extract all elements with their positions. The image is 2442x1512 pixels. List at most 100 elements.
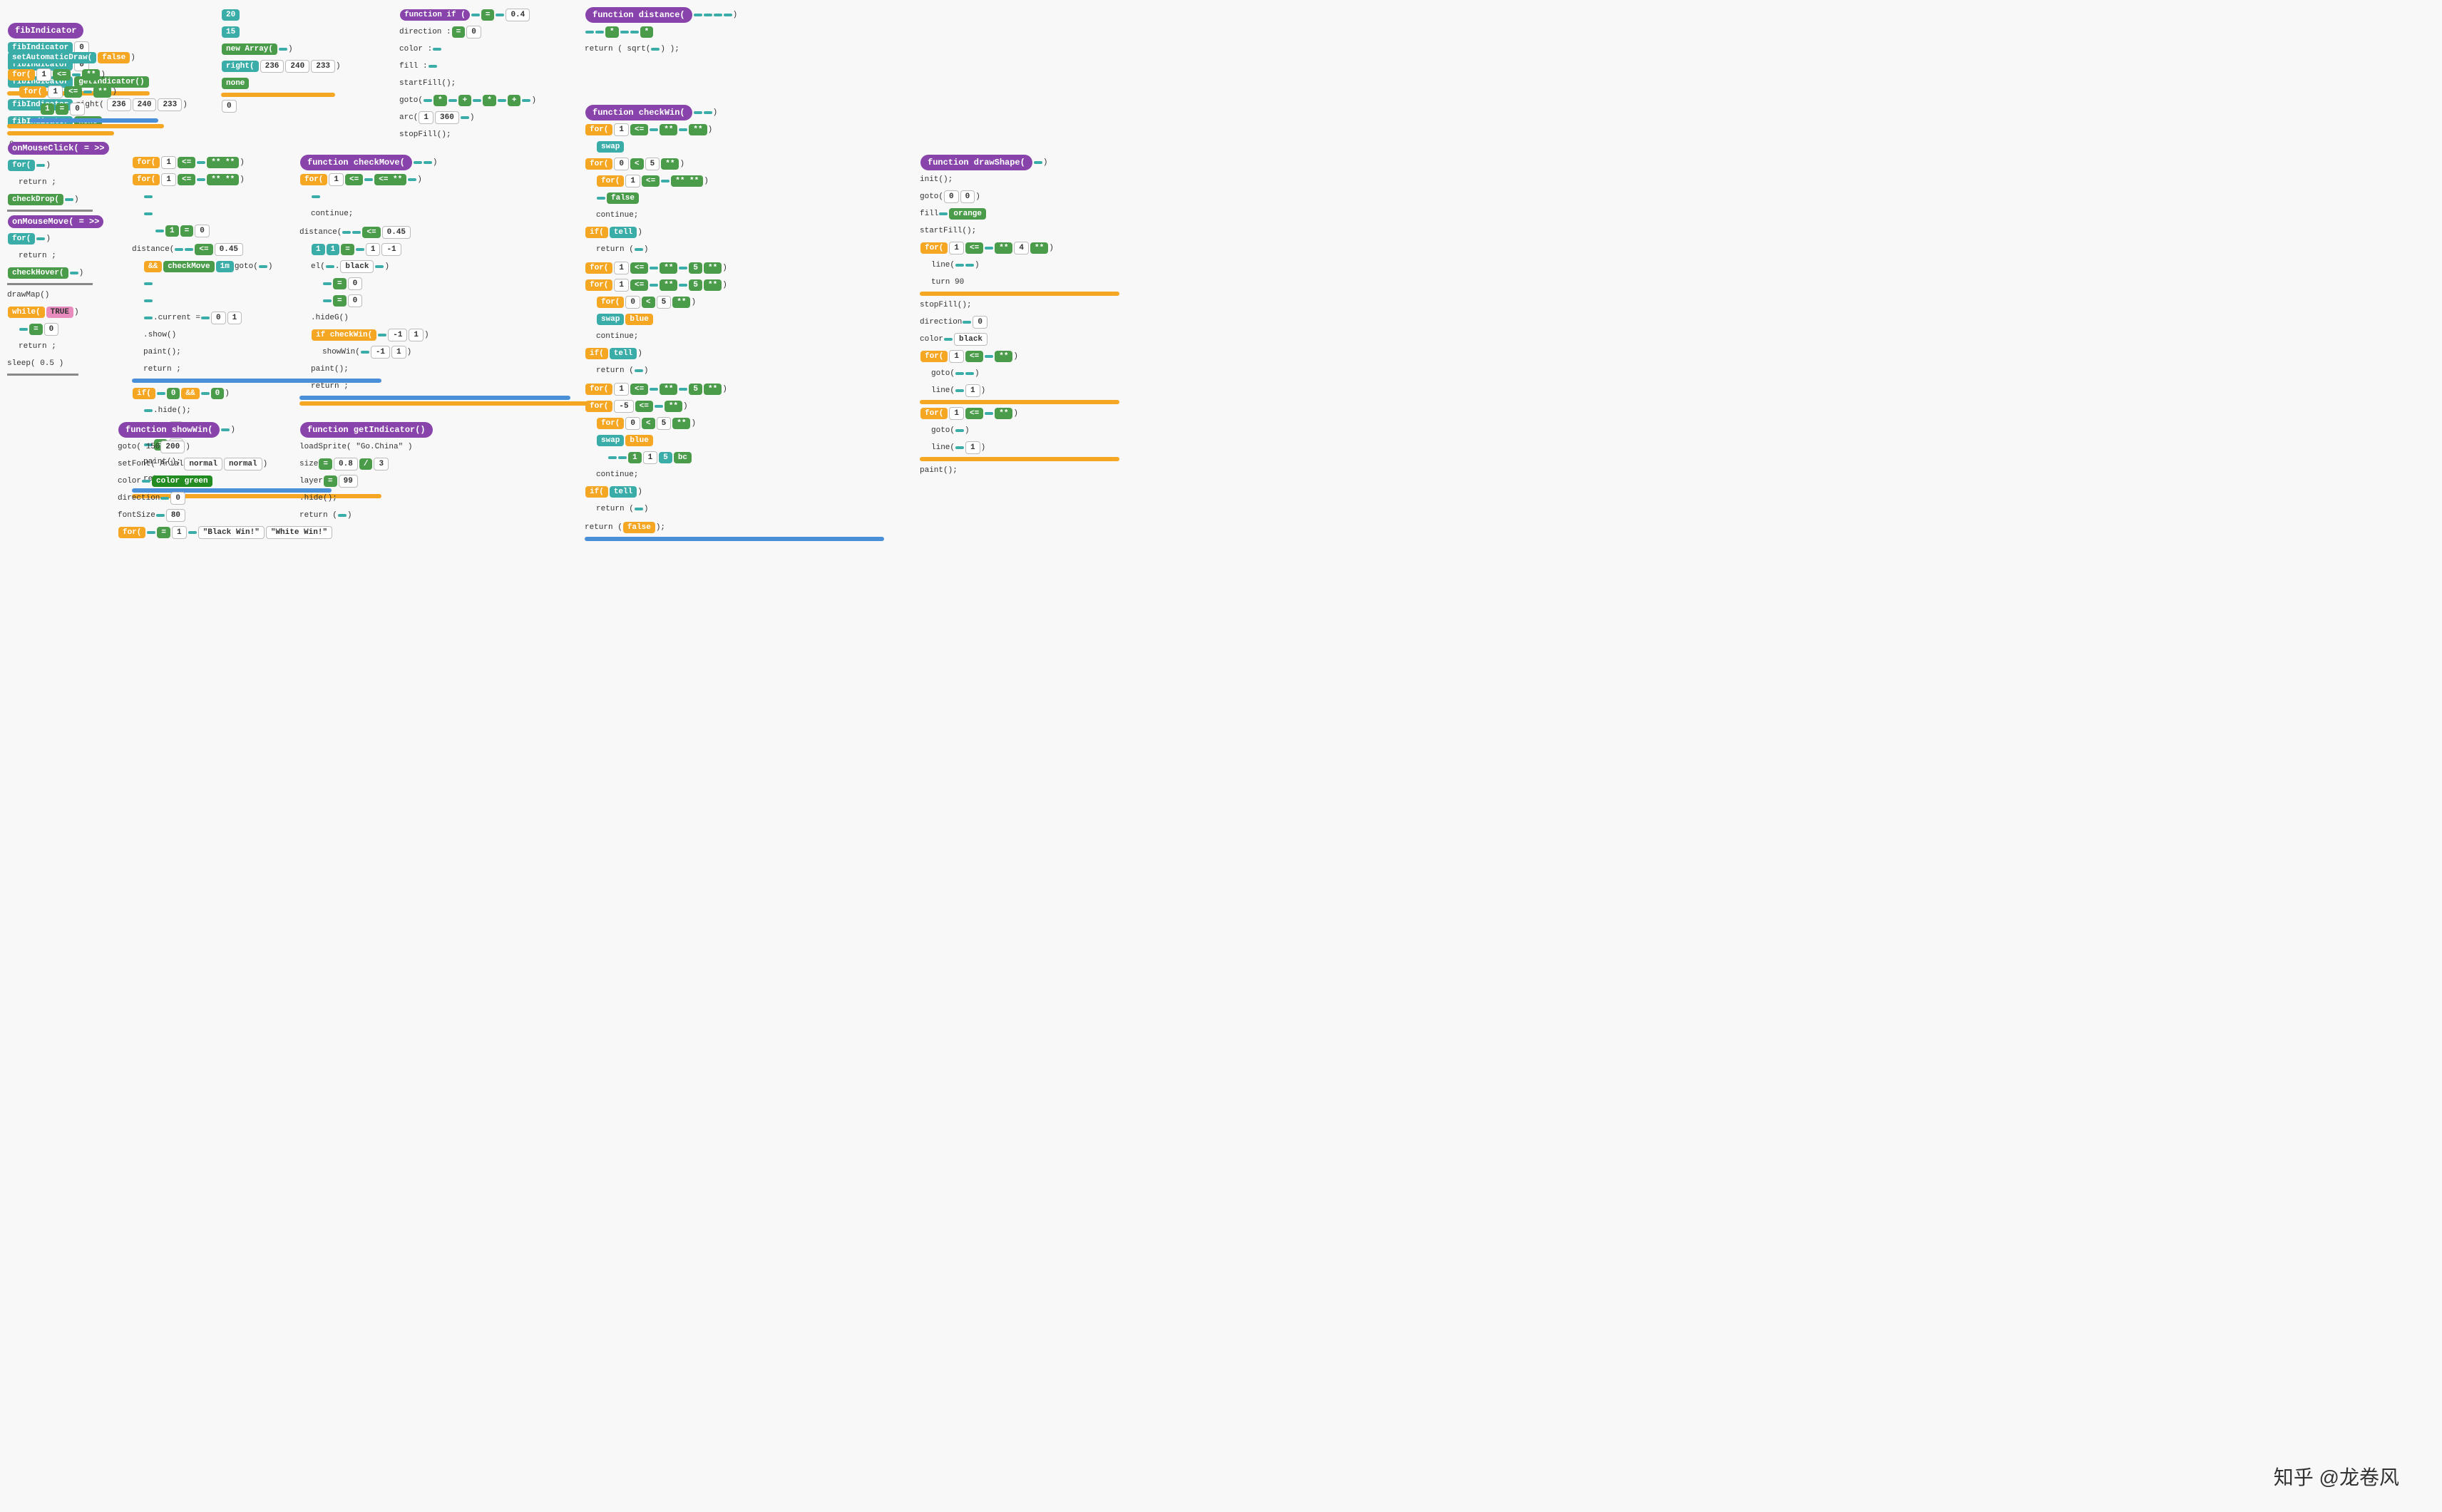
cw-op2: ** — [689, 124, 707, 135]
cw-op6: ** — [704, 262, 722, 274]
checkwin-kw: if checkWin( — [312, 329, 376, 341]
cw-1: -1 — [388, 329, 407, 341]
continue-kw3: continue; — [596, 332, 638, 341]
main-canvas: fibIndicator fibIndicator 0 fibIndicator… — [0, 0, 2442, 1512]
cm-le1: <= — [345, 174, 363, 185]
cw-if3-close: ) — [637, 488, 642, 496]
arc-close: ) — [470, 113, 475, 122]
fl-op2: ** ** — [207, 174, 239, 185]
current-kw: .current = — [153, 314, 200, 322]
return-kw6: return ; — [311, 382, 349, 391]
goto-0b: 0 — [960, 190, 975, 203]
cw-close1: ) — [708, 125, 713, 134]
cw-le5: <= — [630, 279, 648, 291]
gi-08: 0.8 — [334, 458, 358, 470]
cw-op4: ** ** — [671, 175, 703, 187]
sw-whitewin: "White Win!" — [266, 526, 332, 539]
gi-99: 99 — [339, 475, 358, 488]
sw-p1h — [221, 428, 230, 431]
cw-op10: ** — [660, 384, 677, 395]
cw-for8: for( — [585, 401, 612, 412]
cm-close: ) — [433, 158, 438, 167]
sf-close: ) — [263, 460, 268, 468]
if-0b: 0 — [211, 388, 225, 399]
dir-eq: = — [452, 26, 466, 38]
goto-p5 — [522, 99, 530, 102]
block-group-drawshape: function drawShape( ) init(); goto( 0 0 … — [920, 153, 1119, 480]
cw-1c: 1 — [614, 262, 629, 274]
cw-op5: ** — [660, 262, 677, 274]
d2-neg1: -1 — [381, 243, 401, 256]
cw-1a: 1 — [614, 123, 629, 136]
el-inner1 — [323, 282, 332, 285]
dist2a — [144, 282, 153, 285]
fl-for1: for( — [133, 157, 160, 168]
startfill-kw: startFill(); — [399, 79, 456, 88]
inner-zero2: 0 — [44, 323, 59, 336]
d2-le: <= — [362, 227, 380, 238]
fl-inner1 — [144, 195, 153, 198]
cw-v2 — [679, 128, 687, 131]
return-kw2: return ; — [19, 252, 56, 260]
goto-kw3: goto( — [920, 192, 943, 201]
sw-p1 — [361, 351, 369, 354]
watermark: 知乎 @龙卷风 — [2274, 1462, 2399, 1491]
mc-params — [36, 164, 45, 167]
cm-v1 — [364, 178, 373, 181]
df-p1 — [694, 14, 702, 16]
goto-kw5: goto( — [931, 426, 955, 435]
fl-le2: <= — [178, 174, 195, 185]
cw-for7: for( — [585, 384, 612, 395]
goto-kw4: goto( — [931, 369, 955, 378]
sw-le1: = — [157, 527, 170, 538]
sqrt-close: ) ); — [660, 45, 679, 53]
color-black: black — [954, 333, 987, 346]
cw-inner2b — [618, 456, 627, 459]
for-close: ) — [101, 71, 106, 79]
return-kw1: return ; — [19, 178, 56, 187]
color-teal — [142, 480, 150, 483]
cw-5c: 5 — [689, 279, 702, 291]
while-close: ) — [74, 308, 79, 317]
cw-5a: 5 — [645, 158, 660, 170]
sf-normal2: normal — [224, 458, 262, 470]
sw-fv1 — [188, 531, 197, 534]
cw-1f: 1 — [628, 452, 642, 463]
cw-blue2: blue — [625, 435, 652, 446]
for-val1 — [72, 73, 81, 76]
cw-ifp3: tell — [610, 486, 637, 498]
showkw: .show() — [143, 331, 176, 339]
close-paren: ) — [183, 101, 188, 109]
cw-close9: ) — [691, 419, 696, 428]
ds-le3: <= — [965, 408, 983, 419]
cw-if1: if( — [585, 227, 608, 238]
cm-p1 — [414, 161, 422, 164]
goto-p2 — [448, 99, 457, 102]
cw-close4: ) — [722, 264, 727, 272]
and-kw: && — [144, 261, 162, 272]
gotokw: goto( — [235, 262, 258, 271]
cm-header: function checkMove( — [300, 155, 412, 170]
fl-i1: 1 — [161, 156, 176, 169]
d2-p2 — [352, 231, 361, 234]
fl-1: 1 — [165, 225, 179, 237]
cw-v9 — [679, 388, 687, 391]
color-kw2: color — [920, 335, 943, 344]
cw-5d: 5 — [657, 296, 672, 309]
goto-tv3 — [955, 429, 964, 432]
color-label2: color — [118, 477, 141, 485]
cw-for4: for( — [585, 262, 612, 274]
goto-close6: ) — [965, 426, 970, 435]
sw-fi1 — [147, 531, 155, 534]
gi-ret-val — [338, 514, 347, 517]
cw-blue: blue — [625, 314, 652, 325]
cw-v7 — [679, 284, 687, 287]
goto-200: 200 — [160, 441, 185, 453]
ds-le2: <= — [965, 351, 983, 362]
df-r1 — [585, 31, 594, 34]
fl-v2 — [197, 178, 205, 181]
line-close1: ) — [975, 261, 980, 269]
line-p1 — [955, 264, 964, 267]
goto-kw2: goto( — [399, 96, 423, 105]
cw-5b: 5 — [689, 262, 702, 274]
